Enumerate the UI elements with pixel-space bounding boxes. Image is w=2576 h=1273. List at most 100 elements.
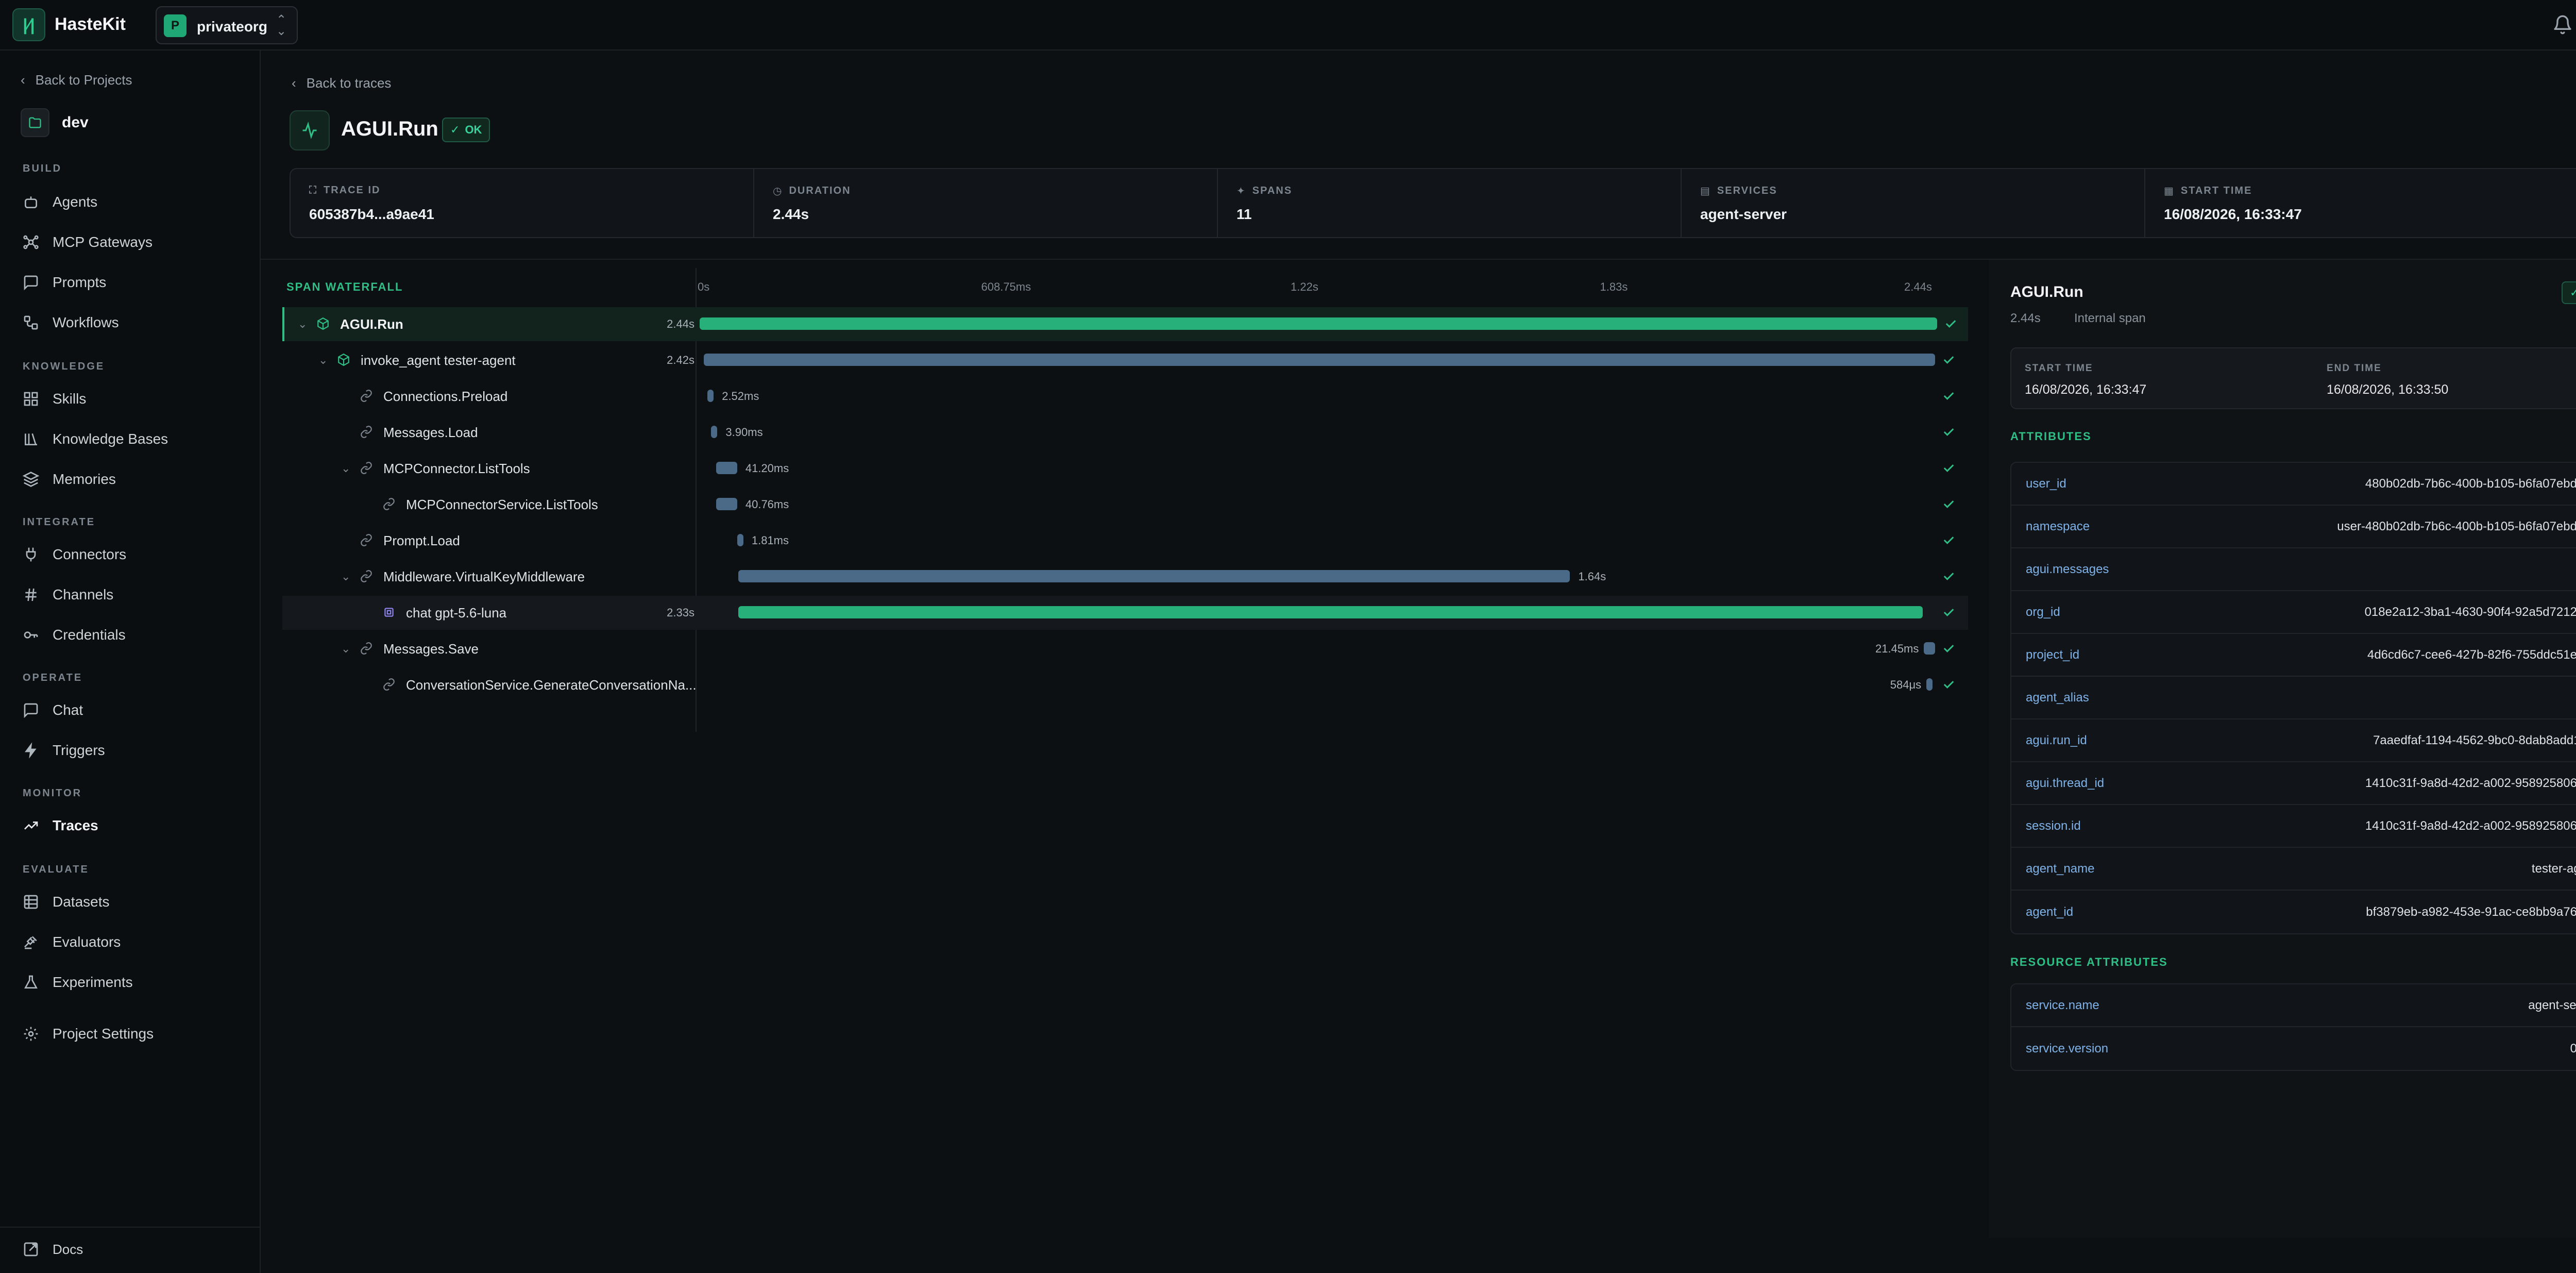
waterfall-row[interactable]: ⌄ Middleware.VirtualKeyMiddleware 1.64s bbox=[282, 560, 1968, 594]
workflow-icon bbox=[24, 315, 38, 330]
attribute-row: session.id 1410c31f-9a8d-42d2-a002-95892… bbox=[2011, 805, 2576, 848]
trace-id-value[interactable]: 605387b4...a9ae41 bbox=[309, 206, 434, 223]
check-icon bbox=[1943, 645, 1954, 652]
attribute-value[interactable]: 7aaedfaf-1194-4562-9bc0-8dab8add134f bbox=[2373, 733, 2576, 748]
summary-trace-id: ⛶ TRACE ID 605387b4...a9ae41 bbox=[291, 169, 754, 237]
attribute-value[interactable]: 1410c31f-9a8d-42d2-a002-958925806d90 bbox=[2365, 819, 2576, 833]
sidebar-item-knowledge-bases[interactable]: Knowledge Bases bbox=[23, 431, 168, 447]
attribute-value[interactable]: tester-agent bbox=[2532, 862, 2576, 876]
waterfall-row[interactable]: Messages.Load 3.90ms bbox=[282, 415, 1968, 449]
sidebar-item-experiments[interactable]: Experiments bbox=[23, 974, 133, 991]
span-bar[interactable] bbox=[711, 426, 718, 438]
check-icon bbox=[1943, 573, 1954, 580]
waterfall-row[interactable]: ⌄ MCPConnector.ListTools 41.20ms bbox=[282, 451, 1968, 485]
chevron-down-icon[interactable]: ⌄ bbox=[298, 317, 307, 331]
check-icon bbox=[1943, 537, 1954, 544]
chevron-down-icon[interactable]: ⌄ bbox=[341, 570, 350, 583]
app-logo[interactable]: |⁄| bbox=[12, 8, 45, 41]
sidebar-item-prompts[interactable]: Prompts bbox=[23, 274, 106, 291]
sidebar-item-triggers[interactable]: Triggers bbox=[23, 742, 105, 759]
axis-tick-label: 608.75ms bbox=[981, 280, 1031, 293]
waterfall-row[interactable]: Prompt.Load 1.81ms bbox=[282, 524, 1968, 558]
span-bar[interactable] bbox=[716, 498, 737, 510]
sidebar-item-agents[interactable]: Agents bbox=[23, 194, 97, 210]
axis-tick-label: 1.83s bbox=[1600, 280, 1628, 293]
chevron-left-icon: ‹ bbox=[292, 75, 296, 91]
chevron-down-icon[interactable]: ⌄ bbox=[341, 462, 350, 475]
sidebar-item-connectors[interactable]: Connectors bbox=[23, 546, 126, 563]
sidebar-item-label: Agents bbox=[53, 194, 98, 210]
chevron-down-icon[interactable]: ⌄ bbox=[318, 354, 328, 367]
waterfall-row[interactable]: Connections.Preload 2.52ms bbox=[282, 379, 1968, 413]
sidebar-item-credentials[interactable]: Credentials bbox=[23, 627, 126, 643]
span-bar[interactable] bbox=[1924, 642, 1935, 655]
attribute-value[interactable]: 0.1.0 bbox=[2570, 1042, 2576, 1056]
attribute-value[interactable]: 4d6cd6c7-cee6-427b-82f6-755ddc51ee29 bbox=[2367, 648, 2576, 662]
attribute-value[interactable]: agent-server bbox=[2528, 998, 2576, 1013]
attribute-value[interactable]: 018e2a12-3ba1-4630-90f4-92a5d7212943 bbox=[2365, 605, 2576, 619]
bell-icon[interactable] bbox=[2552, 14, 2573, 35]
section-build: BUILD bbox=[23, 163, 62, 174]
span-bar[interactable] bbox=[700, 317, 1937, 330]
sidebar-item-label: Memories bbox=[53, 471, 116, 487]
sidebar-item-mcp-gateways[interactable]: MCP Gateways bbox=[23, 234, 152, 250]
detail-duration: 2.44s bbox=[2010, 311, 2041, 325]
span-bar[interactable] bbox=[716, 462, 737, 474]
grid-icon bbox=[24, 392, 38, 406]
sidebar-footer: Docs bbox=[0, 1227, 260, 1257]
back-to-projects-link[interactable]: ‹ Back to Projects bbox=[21, 72, 132, 88]
attribute-value[interactable]: user-480b02db-7b6c-400b-b105-b6fa07ebd7d… bbox=[2337, 520, 2576, 534]
detail-status-badge: ✓ OK bbox=[2562, 281, 2576, 304]
span-bar[interactable] bbox=[738, 606, 1923, 618]
sidebar-item-label: Project Settings bbox=[53, 1026, 154, 1042]
span-bar[interactable] bbox=[707, 390, 714, 402]
attribute-key: user_id bbox=[2026, 476, 2066, 491]
waterfall-row[interactable]: MCPConnectorService.ListTools 40.76ms bbox=[282, 488, 1968, 522]
sidebar-item-label: Datasets bbox=[53, 894, 110, 910]
sidebar-item-datasets[interactable]: Datasets bbox=[23, 894, 110, 910]
sidebar-item-workflows[interactable]: Workflows bbox=[23, 314, 119, 331]
gavel-icon bbox=[24, 936, 37, 949]
sidebar-item-memories[interactable]: Memories bbox=[23, 471, 116, 488]
span-name: Messages.Load bbox=[383, 425, 478, 440]
attribute-key: agent_name bbox=[2026, 861, 2095, 876]
attribute-key: org_id bbox=[2026, 605, 2060, 619]
span-bar[interactable] bbox=[704, 354, 1935, 366]
chevron-down-icon[interactable]: ⌄ bbox=[341, 642, 350, 656]
span-bar[interactable] bbox=[737, 534, 743, 546]
org-switcher[interactable]: P privateorg ⌃ ⌄ bbox=[156, 6, 298, 44]
flask-icon bbox=[24, 975, 38, 989]
sidebar-item-chat[interactable]: Chat bbox=[23, 702, 83, 718]
waterfall-row[interactable]: ⌄ Messages.Save 21.45ms bbox=[282, 632, 1968, 666]
sidebar-item-skills[interactable]: Skills bbox=[23, 391, 86, 407]
sidebar-item-channels[interactable]: Channels bbox=[23, 587, 113, 603]
summary-label: DURATION bbox=[789, 185, 851, 196]
attribute-key: agent_alias bbox=[2026, 690, 2089, 705]
attribute-value[interactable]: 1410c31f-9a8d-42d2-a002-958925806d90 bbox=[2365, 776, 2576, 791]
org-name: privateorg bbox=[197, 19, 267, 35]
attribute-value[interactable]: 480b02db-7b6c-400b-b105-b6fa07ebd7da bbox=[2365, 477, 2576, 491]
link-icon bbox=[360, 642, 373, 655]
span-duration: 2.52ms bbox=[722, 390, 759, 403]
waterfall-row[interactable]: ⌄ invoke_agent tester-agent 2.42s bbox=[282, 343, 1968, 377]
project-selector[interactable]: dev bbox=[21, 108, 89, 137]
attribute-row: agent_id bf3879eb-a982-453e-91ac-ce8bb9a… bbox=[2011, 891, 2576, 933]
sidebar-item-project-settings[interactable]: Project Settings bbox=[23, 1026, 154, 1042]
docs-link[interactable]: Docs bbox=[23, 1241, 83, 1258]
section-integrate: INTEGRATE bbox=[23, 516, 96, 528]
sidebar-item-traces[interactable]: Traces bbox=[23, 817, 98, 834]
duration-value: 2.44s bbox=[773, 206, 809, 222]
span-name: AGUI.Run bbox=[340, 316, 403, 332]
span-bar[interactable] bbox=[738, 570, 1570, 582]
waterfall-row[interactable]: chat gpt-5.6-luna 2.33s bbox=[282, 596, 1968, 630]
sidebar-item-evaluators[interactable]: Evaluators bbox=[23, 934, 121, 950]
library-icon bbox=[25, 433, 37, 445]
section-operate: OPERATE bbox=[23, 672, 83, 683]
waterfall-row[interactable]: ConversationService.GenerateConversation… bbox=[282, 668, 1968, 702]
back-to-traces-link[interactable]: ‹ Back to traces bbox=[292, 75, 391, 91]
check-icon bbox=[1943, 464, 1954, 472]
link-icon bbox=[382, 678, 396, 691]
waterfall-row[interactable]: ⌄ AGUI.Run 2.44s bbox=[282, 307, 1968, 341]
attribute-value[interactable]: bf3879eb-a982-453e-91ac-ce8bb9a764ad bbox=[2366, 905, 2576, 919]
span-bar[interactable] bbox=[1926, 678, 1933, 691]
